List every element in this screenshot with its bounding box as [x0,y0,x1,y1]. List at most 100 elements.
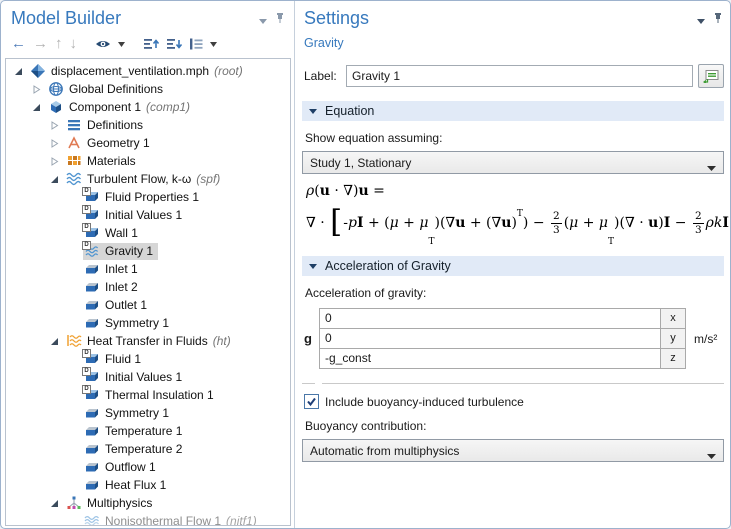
tree-item-content: Outflow 1 [83,459,161,476]
collapse-all-button[interactable] [143,35,159,53]
expander-spacer [68,480,79,490]
tree-item-thermal-insulation-1[interactable]: DThermal Insulation 1 [6,386,290,404]
panel-menu-chevron-icon[interactable] [259,11,267,29]
acceleration-section-title: Acceleration of Gravity [325,259,451,273]
gravity-y-input[interactable]: 0 [319,328,661,349]
tree-item-gravity-1[interactable]: DGravity 1 [6,242,290,260]
tree-item-temperature-1[interactable]: Temperature 1 [6,422,290,440]
expanded-expander-icon[interactable] [14,66,25,76]
expanded-expander-icon[interactable] [50,174,61,184]
eq-token: · ∇ [330,183,353,199]
move-up-button[interactable]: ↑ [55,35,63,53]
tree-item-heat-transfer-in-fluids[interactable]: Heat Transfer in Fluids(ht) [6,332,290,350]
tree-item-materials[interactable]: Materials [6,152,290,170]
tree-item-outflow-1[interactable]: Outflow 1 [6,458,290,476]
tree-item-displacement-ventilation-mph[interactable]: displacement_ventilation.mph(root) [6,62,290,80]
equation-line-2: ∇ · [-pI + (μ + μT)(∇u + (∇u)T) − 23(μ +… [306,203,724,243]
tree-item-wall-1[interactable]: DWall 1 [6,224,290,242]
move-down-button[interactable]: ↓ [70,35,78,53]
boundary-icon [84,441,100,457]
materials-icon [66,153,82,169]
eq-token: )(∇ · [614,215,648,231]
gravity-z-input[interactable]: -g_const [319,348,661,369]
collapsed-expander-icon[interactable] [50,138,61,148]
tree-item-label: Temperature 1 [105,424,182,438]
back-button[interactable]: ← [11,35,26,53]
tree-item-symmetry-1[interactable]: Symmetry 1 [6,404,290,422]
expanded-expander-icon[interactable] [50,336,61,346]
domain-icon: D [84,207,100,223]
tree-item-symmetry-1[interactable]: Symmetry 1 [6,314,290,332]
tree-item-content: Component 1(comp1) [47,99,195,116]
collapsed-expander-icon[interactable] [32,84,43,94]
expand-all-button[interactable] [166,35,182,53]
expanded-expander-icon[interactable] [32,102,43,112]
buoyancy-turbulence-label: Include buoyancy-induced turbulence [325,395,524,409]
expander-spacer [68,408,79,418]
rename-button[interactable] [698,64,724,88]
tree-item-definitions[interactable]: Definitions [6,116,290,134]
tree-item-global-definitions[interactable]: Global Definitions [6,80,290,98]
tree-item-initial-values-1[interactable]: DInitial Values 1 [6,206,290,224]
tree-item-content: Temperature 1 [83,423,187,440]
tree-item-content: Multiphysics [65,495,157,512]
expander-spacer [68,210,79,220]
eq-token: − [670,215,691,231]
tree-item-content: DWall 1 [83,225,143,242]
settings-menu-chevron-icon[interactable] [697,11,705,29]
eq-token: I [722,215,729,231]
section-divider [302,383,724,384]
study-dropdown-value: Study 1, Stationary [310,156,411,170]
tree-item-multiphysics[interactable]: Multiphysics [6,494,290,512]
heat-icon [66,333,82,349]
forward-button[interactable]: → [33,35,48,53]
buoyancy-contribution-dropdown[interactable]: Automatic from multiphysics [302,439,724,462]
tree-item-fluid-1[interactable]: DFluid 1 [6,350,290,368]
tree-item-content: Geometry 1 [65,135,155,152]
tree-item-annotation: (nitf1) [226,514,257,526]
expanded-expander-icon[interactable] [50,498,61,508]
eq-token: + (∇ [465,215,501,231]
label-input-value: Gravity 1 [352,69,400,83]
study-dropdown[interactable]: Study 1, Stationary [302,151,724,174]
section-collapse-icon [309,264,317,269]
label-field-caption: Label: [304,69,346,83]
tree-item-temperature-2[interactable]: Temperature 2 [6,440,290,458]
tree-item-inlet-1[interactable]: Inlet 1 [6,260,290,278]
section-collapse-icon [309,109,317,114]
eq-token: )(∇ [434,215,455,231]
multi-icon [66,495,82,511]
gravity-x-input[interactable]: 0 [319,308,661,329]
collapsed-expander-icon[interactable] [50,120,61,130]
tree-item-turbulent-flow-k[interactable]: Turbulent Flow, k-ω(spf) [6,170,290,188]
pin-icon[interactable] [275,11,285,29]
tree-item-component-1[interactable]: Component 1(comp1) [6,98,290,116]
node-text-chevron-icon[interactable] [210,35,217,53]
collapsed-expander-icon[interactable] [50,156,61,166]
tree-item-fluid-properties-1[interactable]: DFluid Properties 1 [6,188,290,206]
label-input[interactable]: Gravity 1 [346,65,693,87]
node-text-button[interactable] [189,35,203,53]
eq-token: μ [599,215,608,231]
settings-pin-icon[interactable] [713,11,723,29]
tree-item-content: Inlet 1 [83,261,143,278]
acceleration-section-header[interactable]: Acceleration of Gravity [302,256,724,276]
boundary-icon [84,423,100,439]
eq-token: + [578,215,599,231]
tree-item-inlet-2[interactable]: Inlet 2 [6,278,290,296]
tree-item-geometry-1[interactable]: Geometry 1 [6,134,290,152]
equation-section-header[interactable]: Equation [302,101,724,121]
tree-item-label: Symmetry 1 [105,406,169,420]
show-menu-chevron-icon[interactable] [118,35,125,53]
tree-item-initial-values-1[interactable]: DInitial Values 1 [6,368,290,386]
boundary-icon [84,477,100,493]
tree-item-nonisothermal-flow-1[interactable]: Nonisothermal Flow 1(nitf1) [6,512,290,526]
buoyancy-turbulence-checkbox[interactable] [304,394,319,409]
settings-node-link[interactable]: Gravity [304,36,724,50]
tree-item-outlet-1[interactable]: Outlet 1 [6,296,290,314]
tree-item-label: Heat Flux 1 [105,478,166,492]
eq-token: T [428,237,434,247]
tree-item-heat-flux-1[interactable]: Heat Flux 1 [6,476,290,494]
eq-token: μ [419,215,428,231]
show-eye-button[interactable] [95,35,111,53]
